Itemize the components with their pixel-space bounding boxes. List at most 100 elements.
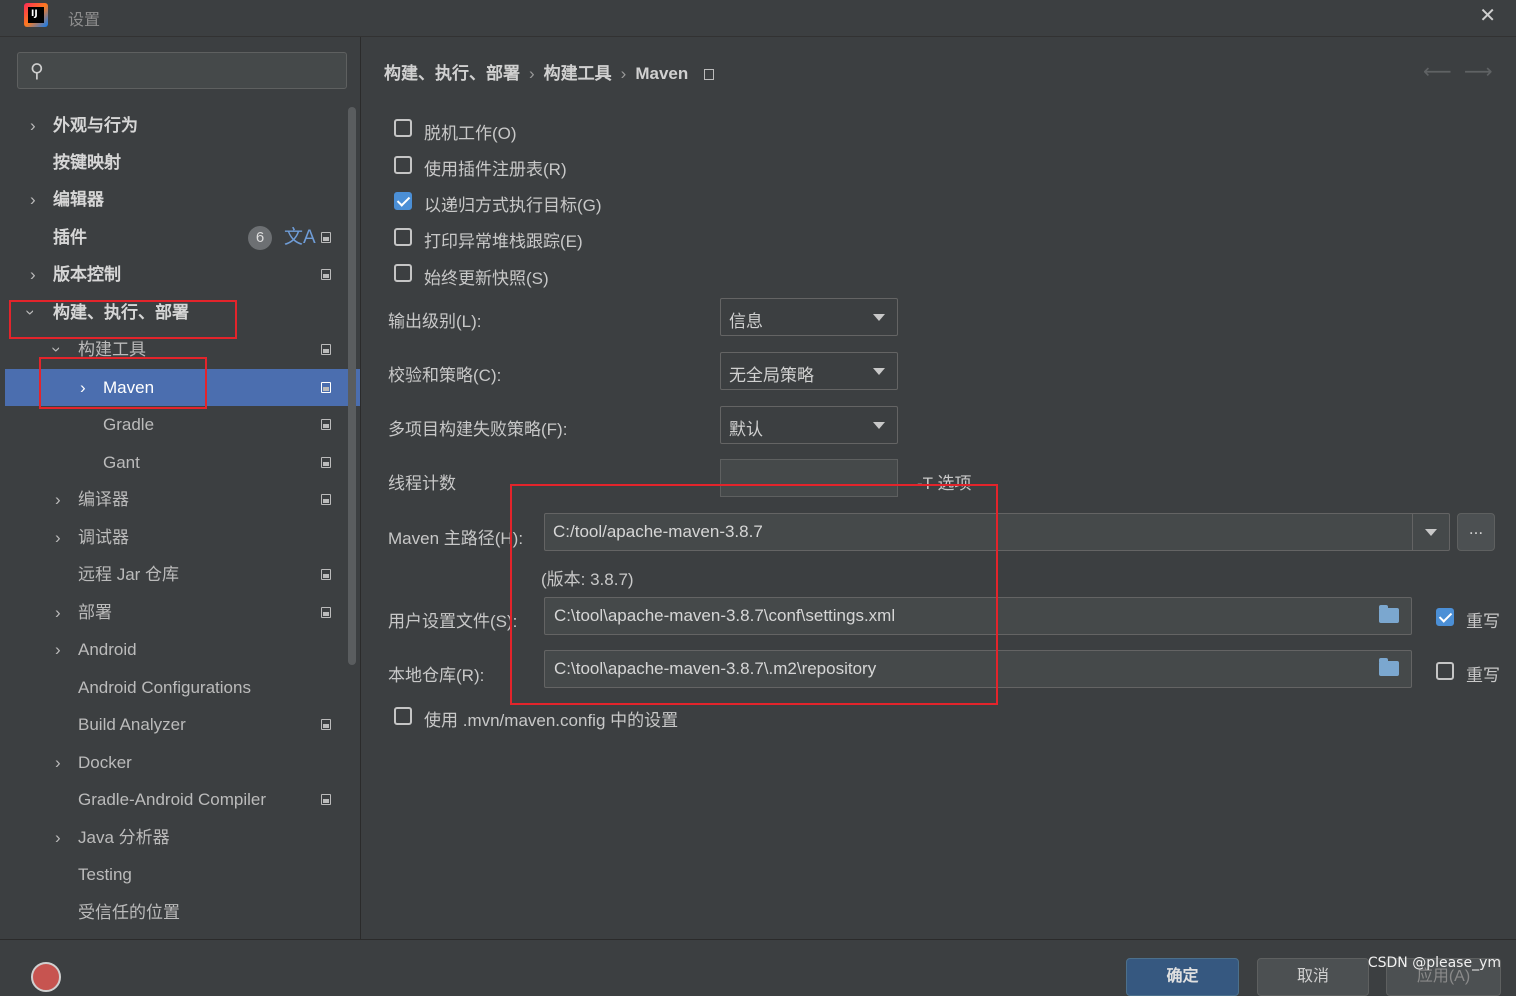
sidebar-scrollbar[interactable] (346, 107, 358, 665)
dialog-footer: 确定 取消 应用(A) (0, 939, 1516, 996)
intellij-logo-icon: IJ (24, 3, 48, 27)
output-level-value: 信息 (729, 312, 763, 331)
settings-sidebar: ⚲ › 外观与行为 按键映射 › 编辑器 插件 6 文A › 版本控制 › 构建… (5, 37, 361, 939)
sidebar-item-keymap[interactable]: 按键映射 (5, 144, 360, 181)
maven-settings-panel: 构建、执行、部署 › 构建工具 › Maven ⟵ ⟶ 脱机工作(O) 使用插件注册表(… (361, 37, 1516, 939)
chevron-right-icon: › (30, 116, 36, 135)
project-scope-icon (321, 269, 331, 280)
chevron-right-icon: › (80, 378, 86, 397)
use-mvn-config-label: 使用 .mvn/maven.config 中的设置 (424, 711, 679, 730)
print-stacktrace-checkbox[interactable] (394, 228, 412, 246)
sidebar-item-remote-jar[interactable]: 远程 Jar 仓库 (5, 556, 360, 593)
dropdown-arrow-icon (873, 422, 885, 429)
breadcrumb-part[interactable]: 构建、执行、部署 (384, 64, 520, 83)
close-icon[interactable]: ✕ (1479, 3, 1496, 28)
back-arrow-icon[interactable]: ⟵ (1423, 59, 1452, 84)
chevron-right-icon: › (55, 528, 61, 547)
project-scope-icon (321, 569, 331, 580)
project-scope-icon (321, 719, 331, 730)
sidebar-item-maven[interactable]: › Maven (5, 369, 360, 406)
local-repo-input[interactable]: C:\tool\apache-maven-3.8.7\.m2\repositor… (544, 650, 1412, 688)
sidebar-item-gradle-android-compiler[interactable]: Gradle-Android Compiler (5, 781, 360, 818)
chevron-right-icon: › (55, 753, 61, 772)
chevron-right-icon: › (55, 603, 61, 622)
sidebar-item-plugins[interactable]: 插件 6 文A (5, 219, 360, 256)
ok-button[interactable]: 确定 (1126, 958, 1239, 996)
thread-count-input[interactable] (720, 459, 898, 497)
local-repo-override-checkbox[interactable] (1436, 662, 1454, 680)
sidebar-item-android-configurations[interactable]: Android Configurations (5, 669, 360, 706)
chevron-down-icon: › (21, 309, 41, 316)
breadcrumb-part[interactable]: 构建工具 (544, 64, 612, 83)
sidebar-item-trusted-locations[interactable]: 受信任的位置 (5, 894, 360, 931)
sidebar-item-gradle[interactable]: Gradle (5, 406, 360, 443)
local-repo-value: C:\tool\apache-maven-3.8.7\.m2\repositor… (554, 659, 877, 678)
local-repo-override-label: 重写 (1466, 666, 1500, 685)
user-settings-input[interactable]: C:\tool\apache-maven-3.8.7\conf\settings… (544, 597, 1412, 635)
sidebar-item-testing[interactable]: Testing (5, 856, 360, 893)
checksum-policy-select[interactable]: 无全局策略 (720, 352, 898, 390)
print-stacktrace-label: 打印异常堆栈跟踪(E) (424, 232, 583, 251)
breadcrumb: 构建、执行、部署 › 构建工具 › Maven (384, 59, 715, 84)
use-mvn-config-checkbox[interactable] (394, 707, 412, 725)
plugin-registry-checkbox[interactable] (394, 156, 412, 174)
cancel-button[interactable]: 取消 (1257, 958, 1369, 996)
project-scope-icon (321, 607, 331, 618)
forward-arrow-icon[interactable]: ⟶ (1464, 59, 1493, 84)
sidebar-item-android[interactable]: › Android (5, 631, 360, 668)
recursive-goals-checkbox[interactable] (394, 192, 412, 210)
sidebar-item-debugger[interactable]: › 调试器 (5, 519, 360, 556)
help-icon[interactable] (31, 962, 61, 992)
work-offline-label: 脱机工作(O) (424, 124, 517, 143)
dropdown-arrow-icon (873, 368, 885, 375)
checksum-policy-value: 无全局策略 (729, 366, 814, 385)
sidebar-item-appearance[interactable]: › 外观与行为 (5, 107, 360, 144)
folder-icon[interactable] (1379, 605, 1399, 623)
work-offline-checkbox[interactable] (394, 119, 412, 137)
sidebar-item-build-tools[interactable]: › 构建工具 (5, 331, 360, 368)
sidebar-item-build-analyzer[interactable]: Build Analyzer (5, 706, 360, 743)
maven-home-select[interactable]: C:/tool/apache-maven-3.8.7 (544, 513, 1450, 551)
user-settings-label: 用户设置文件(S): (388, 612, 518, 631)
breadcrumb-part: Maven (635, 64, 689, 83)
multiproject-fail-select[interactable]: 默认 (720, 406, 898, 444)
output-level-label: 输出级别(L): (388, 312, 482, 331)
chevron-right-icon: › (55, 828, 61, 847)
dropdown-arrow-icon[interactable] (1425, 529, 1437, 536)
sidebar-item-docker[interactable]: › Docker (5, 744, 360, 781)
chevron-right-icon: › (55, 640, 61, 659)
sidebar-item-gant[interactable]: Gant (5, 444, 360, 481)
recursive-goals-label: 以递归方式执行目标(G) (424, 196, 602, 215)
update-snapshots-checkbox[interactable] (394, 264, 412, 282)
sidebar-item-editor[interactable]: › 编辑器 (5, 181, 360, 218)
chevron-right-icon: › (30, 265, 36, 284)
maven-home-label: Maven 主路径(H): (388, 529, 524, 548)
maven-home-value: C:/tool/apache-maven-3.8.7 (553, 522, 763, 541)
chevron-right-icon: › (55, 490, 61, 509)
project-scope-icon (321, 344, 331, 355)
browse-maven-home-button[interactable]: ... (1457, 513, 1495, 551)
translate-icon: 文A (284, 227, 316, 248)
project-scope-icon (321, 457, 331, 468)
user-settings-override-checkbox[interactable] (1436, 608, 1454, 626)
breadcrumb-separator: › (620, 64, 627, 83)
sidebar-item-vcs[interactable]: › 版本控制 (5, 256, 360, 293)
sidebar-item-deployment[interactable]: › 部署 (5, 594, 360, 631)
watermark-text: CSDN @please_ym (1367, 955, 1501, 971)
sidebar-item-java-profiler[interactable]: › Java 分析器 (5, 819, 360, 856)
thread-count-label: 线程计数 (388, 474, 456, 493)
sidebar-item-build-exec-deploy[interactable]: › 构建、执行、部署 (5, 294, 360, 331)
folder-icon[interactable] (1379, 658, 1399, 676)
project-scope-icon (321, 382, 331, 393)
update-snapshots-label: 始终更新快照(S) (424, 269, 549, 288)
thread-count-hint: -T 选项 (917, 474, 972, 493)
user-settings-value: C:\tool\apache-maven-3.8.7\conf\settings… (554, 606, 896, 625)
scrollbar-thumb[interactable] (348, 107, 356, 665)
project-scope-icon (321, 419, 331, 430)
local-repo-label: 本地仓库(R): (388, 666, 485, 685)
multiproject-fail-label: 多项目构建失败策略(F): (388, 420, 568, 439)
chevron-right-icon: › (30, 190, 36, 209)
sidebar-item-compiler[interactable]: › 编译器 (5, 481, 360, 518)
search-input[interactable]: ⚲ (17, 52, 347, 89)
output-level-select[interactable]: 信息 (720, 298, 898, 336)
